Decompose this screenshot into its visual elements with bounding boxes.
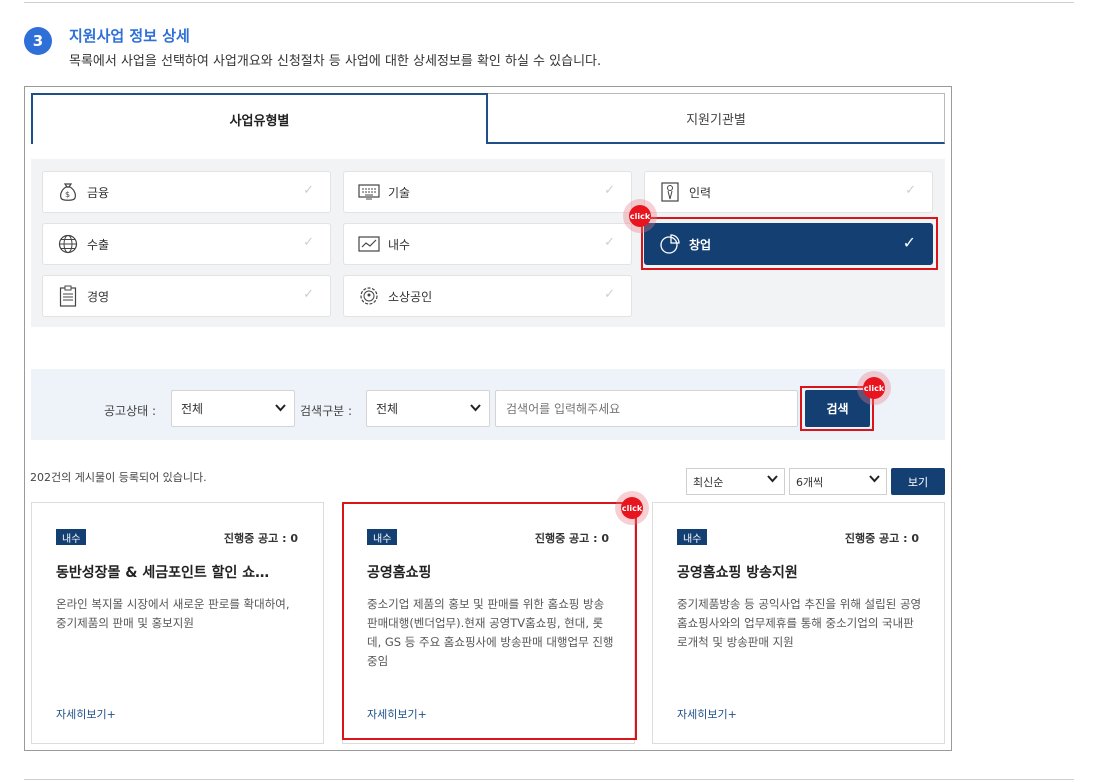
category-label: 기술 — [388, 185, 411, 200]
sort-select[interactable]: 최신순 — [686, 468, 785, 495]
category-export[interactable]: 수출 ✓ — [42, 223, 331, 265]
bottom-divider — [24, 779, 1074, 780]
person-icon — [659, 181, 681, 203]
active-notice-count: 진행중 공고 : 0 — [223, 532, 298, 545]
category-label: 금융 — [87, 185, 110, 200]
click-label: click — [621, 497, 643, 519]
step-number-badge: 3 — [24, 27, 52, 55]
highlight-startup — [641, 217, 938, 270]
chart-icon — [358, 233, 380, 255]
category-manpower[interactable]: 인력 ✓ — [644, 171, 933, 213]
category-label: 경영 — [87, 289, 110, 304]
tab-by-business-type[interactable]: 사업유형별 — [31, 93, 488, 144]
card-description: 중기제품방송 등 공익사업 추진을 위해 설립된 공영홈쇼핑사와의 업무제휴를 … — [677, 597, 922, 649]
card-description: 온라인 복지몰 시장에서 새로운 판로를 확대하여, 중기제품의 판매 및 홍보… — [56, 597, 290, 630]
type-label: 검색구분 : — [300, 404, 353, 418]
click-indicator: click — [857, 371, 891, 405]
step-description: 목록에서 사업을 선택하여 사업개요와 신청절차 등 사업에 대한 상세정보를 … — [69, 54, 602, 69]
more-link[interactable]: 자세히보기+ — [56, 706, 116, 722]
money-bag-icon: $ — [57, 181, 79, 203]
status-label: 공고상태 : — [104, 404, 157, 418]
click-label: click — [629, 205, 651, 227]
category-domestic[interactable]: 내수 ✓ — [343, 223, 632, 265]
step-title: 지원사업 정보 상세 — [69, 27, 190, 45]
click-indicator: click — [615, 491, 649, 525]
tab-by-agency[interactable]: 지원기관별 — [487, 93, 945, 144]
chevron-down-icon — [767, 475, 778, 486]
chevron-down-icon — [470, 402, 481, 415]
check-icon: ✓ — [604, 287, 615, 302]
type-select-value: 전체 — [376, 402, 399, 416]
check-icon: ✓ — [303, 287, 314, 302]
category-small-business[interactable]: 소상공인 ✓ — [343, 275, 632, 317]
sort-select-value: 최신순 — [693, 475, 724, 489]
category-badge: 내수 — [56, 529, 87, 545]
view-button[interactable]: 보기 — [891, 468, 945, 495]
per-page-select-value: 6개씩 — [796, 475, 824, 489]
card-title[interactable]: 공영홈쇼핑 방송지원 — [677, 562, 920, 582]
card-title[interactable]: 동반성장몰 & 세금포인트 할인 쇼… — [56, 562, 299, 582]
check-icon: ✓ — [303, 235, 314, 250]
result-count: 202건의 게시물이 등록되어 있습니다. — [30, 471, 207, 484]
chevron-down-icon — [275, 402, 286, 415]
svg-text:$: $ — [65, 190, 70, 199]
program-card[interactable]: 내수 진행중 공고 : 0 동반성장몰 & 세금포인트 할인 쇼… 온라인 복지… — [31, 502, 324, 744]
check-icon: ✓ — [604, 183, 615, 198]
category-finance[interactable]: $ 금융 ✓ — [42, 171, 331, 213]
check-icon: ✓ — [604, 235, 615, 250]
clipboard-icon — [57, 285, 79, 307]
program-card[interactable]: 내수 진행중 공고 : 0 공영홈쇼핑 방송지원 중기제품방송 등 공익사업 추… — [652, 502, 945, 744]
category-label: 인력 — [689, 185, 712, 200]
category-label: 수출 — [87, 237, 110, 252]
click-label: click — [863, 377, 885, 399]
active-notice-count: 진행중 공고 : 0 — [844, 532, 919, 545]
type-select[interactable]: 전체 — [366, 390, 490, 427]
category-label: 내수 — [388, 237, 411, 252]
check-icon: ✓ — [303, 183, 314, 198]
globe-icon — [57, 233, 79, 255]
category-label: 소상공인 — [388, 289, 433, 304]
search-input[interactable] — [495, 390, 798, 427]
highlight-card — [342, 502, 637, 740]
chevron-down-icon — [869, 475, 880, 486]
category-management[interactable]: 경영 ✓ — [42, 275, 331, 317]
check-icon: ✓ — [905, 183, 916, 198]
status-select-value: 전체 — [181, 402, 204, 416]
gear-people-icon — [358, 285, 380, 307]
keyboard-icon — [358, 181, 380, 203]
category-technology[interactable]: 기술 ✓ — [343, 171, 632, 213]
more-link[interactable]: 자세히보기+ — [677, 706, 737, 722]
per-page-select[interactable]: 6개씩 — [789, 468, 887, 495]
status-select[interactable]: 전체 — [171, 390, 295, 427]
category-badge: 내수 — [677, 529, 708, 545]
top-divider — [24, 2, 1074, 3]
click-indicator: click — [623, 199, 657, 233]
